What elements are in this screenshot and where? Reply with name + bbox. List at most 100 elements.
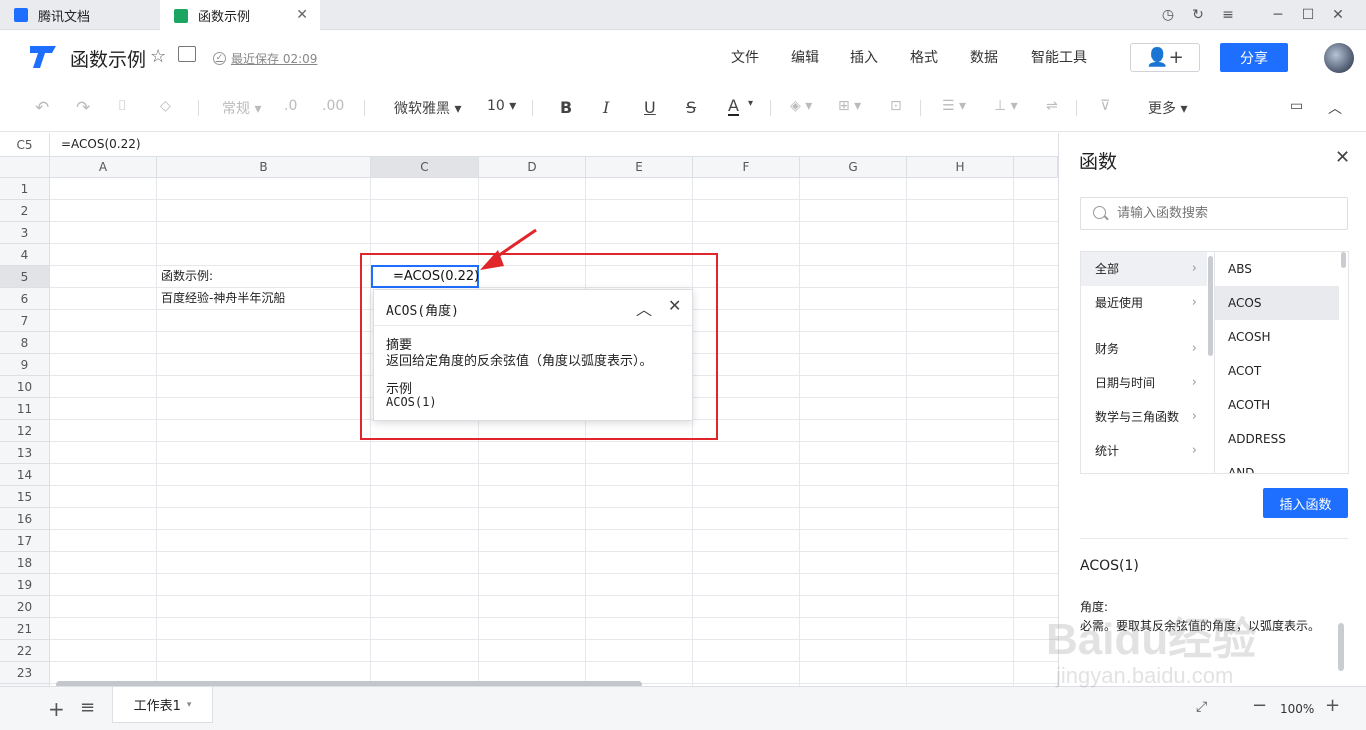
function-item[interactable]: AND <box>1215 456 1339 473</box>
row-header-9[interactable]: 9 <box>0 354 50 376</box>
category-scrollbar[interactable] <box>1208 256 1213 356</box>
function-item[interactable]: ABS <box>1215 252 1339 286</box>
row-header-4[interactable]: 4 <box>0 244 50 266</box>
tab-function-example[interactable]: 函数示例 ✕ <box>160 0 320 31</box>
maximize-icon[interactable]: ☐ <box>1298 5 1318 25</box>
font-size-select[interactable]: 10 ▾ <box>487 98 516 114</box>
move-to-folder-icon[interactable] <box>178 46 196 62</box>
menu-data[interactable]: 数据 <box>970 47 998 67</box>
row-header-19[interactable]: 19 <box>0 574 50 596</box>
row-header-12[interactable]: 12 <box>0 420 50 442</box>
insert-function-button[interactable]: 插入函数 <box>1263 488 1348 518</box>
row-header-1[interactable]: 1 <box>0 178 50 200</box>
strikethrough-icon[interactable]: S <box>686 98 696 117</box>
function-list-scrollbar[interactable] <box>1341 252 1346 268</box>
column-header-d[interactable]: D <box>479 157 586 178</box>
column-header-e[interactable]: E <box>586 157 693 178</box>
tencent-docs-logo[interactable] <box>28 44 58 70</box>
category-finance[interactable]: 财务 › <box>1081 332 1207 366</box>
function-item[interactable]: ACOT <box>1215 354 1339 388</box>
column-header-b[interactable]: B <box>157 157 371 178</box>
cell-reference[interactable]: C5 <box>0 133 50 157</box>
clock-icon[interactable]: ◷ <box>1158 5 1178 25</box>
row-header-15[interactable]: 15 <box>0 486 50 508</box>
category-date-time[interactable]: 日期与时间 › <box>1081 366 1207 400</box>
menu-file[interactable]: 文件 <box>731 47 759 67</box>
column-header-c[interactable]: C <box>371 157 479 178</box>
redo-icon[interactable]: ↷ <box>76 98 90 118</box>
category-math-trig[interactable]: 数学与三角函数 › <box>1081 400 1207 434</box>
add-collaborator-button[interactable]: 👤 + <box>1130 43 1200 72</box>
row-header-7[interactable]: 7 <box>0 310 50 332</box>
row-header-13[interactable]: 13 <box>0 442 50 464</box>
column-header-f[interactable]: F <box>693 157 800 178</box>
fullscreen-icon[interactable]: ⤢ <box>1196 699 1207 715</box>
comment-icon[interactable]: ▭ <box>1290 98 1303 114</box>
chevron-down-icon[interactable]: ▾ <box>187 700 192 710</box>
row-header-14[interactable]: 14 <box>0 464 50 486</box>
sheet-list-icon[interactable]: ≡ <box>80 697 95 718</box>
column-header-a[interactable]: A <box>50 157 157 178</box>
minimize-icon[interactable]: ─ <box>1268 5 1288 25</box>
wrap-text-icon[interactable]: ⇌ <box>1046 98 1058 114</box>
row-header-20[interactable]: 20 <box>0 596 50 618</box>
avatar[interactable] <box>1324 43 1354 73</box>
bold-icon[interactable]: B <box>560 98 572 117</box>
fill-color-icon[interactable]: ◈ ▾ <box>790 98 812 114</box>
row-header-11[interactable]: 11 <box>0 398 50 420</box>
function-item[interactable]: ADDRESS <box>1215 422 1339 456</box>
tab-tencent-docs[interactable]: 腾讯文档 <box>0 0 158 30</box>
menu-icon[interactable]: ≡ <box>1218 5 1238 25</box>
zoom-in-icon[interactable]: + <box>1325 695 1340 716</box>
row-header-21[interactable]: 21 <box>0 618 50 640</box>
add-sheet-icon[interactable]: + <box>48 697 65 721</box>
row-header-18[interactable]: 18 <box>0 552 50 574</box>
more-button[interactable]: 更多 ▾ <box>1148 98 1187 118</box>
category-recent[interactable]: 最近使用 › <box>1081 286 1207 320</box>
row-header-2[interactable]: 2 <box>0 200 50 222</box>
row-header-3[interactable]: 3 <box>0 222 50 244</box>
menu-format[interactable]: 格式 <box>910 47 938 67</box>
function-item[interactable]: ACOSH <box>1215 320 1339 354</box>
font-name-select[interactable]: 微软雅黑 ▾ <box>394 98 461 118</box>
font-color-icon[interactable]: A <box>728 98 739 116</box>
refresh-icon[interactable]: ↻ <box>1188 5 1208 25</box>
close-icon[interactable]: ✕ <box>1335 147 1350 168</box>
vertical-align-icon[interactable]: ⊥ ▾ <box>994 98 1018 114</box>
menu-insert[interactable]: 插入 <box>850 47 878 67</box>
row-header-8[interactable]: 8 <box>0 332 50 354</box>
menu-smart-tools[interactable]: 智能工具 <box>1031 47 1087 67</box>
zoom-level[interactable]: 100% <box>1280 702 1314 716</box>
underline-icon[interactable]: U <box>644 98 656 117</box>
close-tab-icon[interactable]: ✕ <box>296 7 308 23</box>
cell-b5[interactable]: 函数示例: <box>161 267 213 284</box>
menu-edit[interactable]: 编辑 <box>791 47 819 67</box>
formula-input[interactable]: =ACOS(0.22) <box>61 137 141 151</box>
increase-decimal-icon[interactable]: .00 <box>322 98 344 114</box>
close-window-icon[interactable]: ✕ <box>1328 5 1348 25</box>
function-search-input[interactable] <box>1080 197 1348 230</box>
chevron-down-icon[interactable]: ▾ <box>748 98 753 109</box>
column-header-h[interactable]: H <box>907 157 1014 178</box>
category-all[interactable]: 全部 › <box>1081 252 1207 286</box>
cell-b6[interactable]: 百度经验-神舟半年沉船 <box>161 289 285 306</box>
row-header-6[interactable]: 6 <box>0 288 50 310</box>
row-header-5[interactable]: 5 <box>0 266 50 288</box>
number-format-select[interactable]: 常规 ▾ <box>222 98 261 118</box>
star-icon[interactable]: ☆ <box>150 46 166 67</box>
column-header-g[interactable]: G <box>800 157 907 178</box>
filter-icon[interactable]: ⊽ <box>1100 98 1110 114</box>
function-item[interactable]: ACOTH <box>1215 388 1339 422</box>
row-header-22[interactable]: 22 <box>0 640 50 662</box>
zoom-out-icon[interactable]: − <box>1252 695 1267 716</box>
clear-format-icon[interactable]: ◇ <box>160 98 171 114</box>
panel-scrollbar[interactable] <box>1338 623 1344 671</box>
italic-icon[interactable]: I <box>603 98 609 117</box>
sheet-tab-active[interactable]: 工作表1 ▾ <box>112 687 213 723</box>
select-all-corner[interactable] <box>0 157 50 178</box>
category-statistics[interactable]: 统计 › <box>1081 434 1207 468</box>
doc-title[interactable]: 函数示例 <box>70 45 146 72</box>
format-painter-icon[interactable]: ⌷ <box>118 98 126 114</box>
column-header-i[interactable] <box>1014 157 1058 178</box>
collapse-toolbar-icon[interactable]: ︿ <box>1328 98 1342 118</box>
